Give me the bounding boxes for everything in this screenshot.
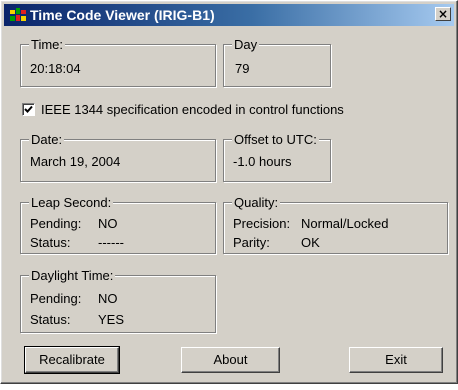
close-button[interactable]: ×: [435, 7, 451, 21]
close-icon: ×: [437, 7, 449, 21]
about-button[interactable]: About: [181, 347, 280, 373]
daylight-time-label: Daylight Time:: [29, 268, 116, 283]
app-icon: [10, 8, 26, 22]
date-label: Date:: [29, 132, 65, 147]
day-value: 79: [235, 61, 250, 76]
precision-label: Precision:: [233, 216, 291, 231]
quality-label: Quality:: [232, 195, 281, 210]
dialog-window: Time Code Viewer (IRIG-B1) × Time: 20:18…: [0, 0, 458, 384]
dst-pending-label: Pending:: [30, 291, 82, 306]
day-label: Day: [232, 37, 260, 52]
time-label: Time:: [29, 37, 66, 52]
date-group: Date: March 19, 2004: [20, 132, 216, 182]
time-value: 20:18:04: [30, 61, 81, 76]
window-title: Time Code Viewer (IRIG-B1): [30, 7, 215, 23]
offset-utc-label: Offset to UTC:: [232, 132, 319, 147]
dst-pending-value: NO: [98, 291, 118, 306]
offset-utc-group: Offset to UTC: -1.0 hours: [223, 132, 331, 182]
ieee-1344-checkbox[interactable]: [22, 103, 35, 116]
precision-value: Normal/Locked: [301, 216, 389, 231]
daylight-time-group: Daylight Time: Pending: NO Status: YES: [20, 268, 216, 333]
checkmark-icon: [24, 105, 33, 113]
dst-status-label: Status:: [30, 312, 71, 327]
title-bar[interactable]: Time Code Viewer (IRIG-B1) ×: [4, 4, 454, 26]
leap-second-label: Leap Second:: [29, 195, 114, 210]
exit-button[interactable]: Exit: [349, 347, 443, 373]
ieee-1344-label[interactable]: IEEE 1344 specification encoded in contr…: [41, 102, 344, 117]
day-group: Day 79: [223, 37, 331, 87]
time-group: Time: 20:18:04: [20, 37, 216, 87]
parity-label: Parity:: [233, 235, 270, 250]
leap-pending-value: NO: [98, 216, 118, 231]
dst-status-value: YES: [98, 312, 125, 327]
parity-value: OK: [301, 235, 320, 250]
leap-second-group: Leap Second: Pending: NO Status: ------: [20, 195, 216, 254]
date-value: March 19, 2004: [30, 154, 121, 169]
leap-status-value: ------: [98, 235, 124, 250]
recalibrate-button[interactable]: Recalibrate: [24, 346, 120, 374]
leap-pending-label: Pending:: [30, 216, 82, 231]
quality-group: Quality: Precision: Normal/Locked Parity…: [223, 195, 448, 254]
offset-utc-value: -1.0 hours: [233, 154, 292, 169]
leap-status-label: Status:: [30, 235, 71, 250]
